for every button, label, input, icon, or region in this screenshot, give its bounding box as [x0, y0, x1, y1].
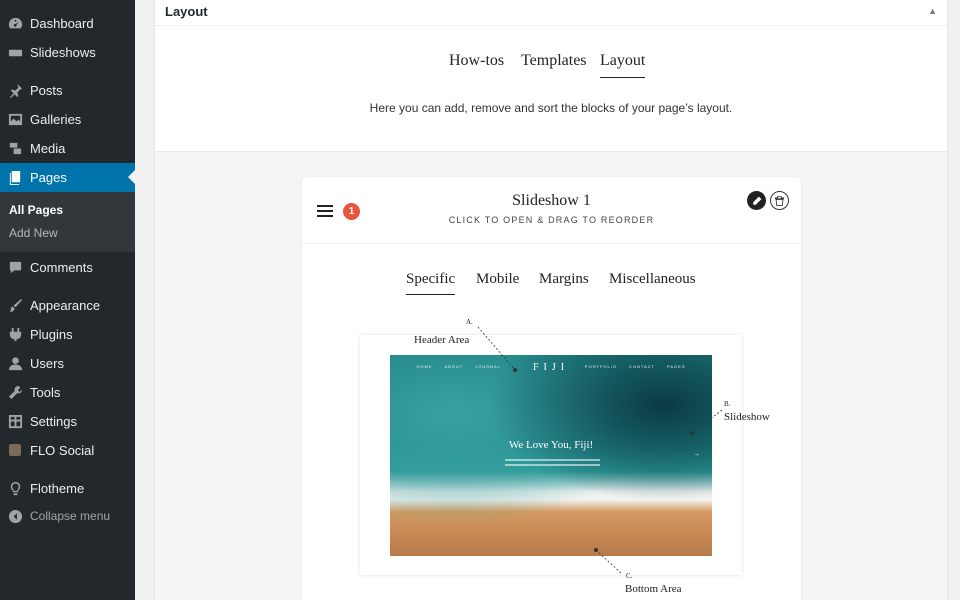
card-header[interactable]: 1 Slideshow 1 CLICK TO OPEN & DRAG TO RE…	[302, 177, 801, 244]
sidebar-item-label: Flotheme	[30, 480, 85, 496]
preview-headline: We Love You, Fiji!	[508, 439, 594, 451]
collapse-icon	[7, 508, 23, 524]
active-indicator	[128, 170, 135, 184]
annotation-c-letter: C.	[626, 572, 633, 580]
tab-templates[interactable]: Templates	[521, 52, 587, 70]
dashboard-icon	[7, 15, 23, 31]
collapse-menu-label: Collapse menu	[30, 509, 111, 523]
sidebar-item-label: Plugins	[30, 326, 73, 342]
user-icon	[7, 355, 23, 371]
arrow-right-icon: →	[693, 451, 700, 458]
panel-header[interactable]: Layout ▲	[155, 0, 947, 26]
tab-miscellaneous[interactable]: Miscellaneous	[609, 271, 696, 288]
preview-text-lines	[505, 459, 600, 469]
sidebar-item-label: Galleries	[30, 111, 82, 127]
trash-icon	[775, 195, 784, 206]
tab-mobile[interactable]: Mobile	[476, 271, 519, 288]
sidebar-item-label: Tools	[30, 384, 61, 400]
annotation-header-area: Header Area	[414, 334, 470, 346]
plugin-icon	[7, 326, 23, 342]
media-icon	[7, 140, 23, 156]
bulb-icon	[7, 480, 23, 496]
slideshow-preview-image: HOME ABOUT JOURNAL PORTFOLIO CONTACT PAG…	[390, 355, 712, 556]
card-subtitle: CLICK TO OPEN & DRAG TO REORDER	[448, 215, 655, 225]
sidebar-item-dashboard[interactable]: Dashboard	[0, 11, 135, 35]
tab-layout[interactable]: Layout	[600, 52, 646, 78]
layout-preview: HOME ABOUT JOURNAL PORTFOLIO CONTACT PAG…	[360, 335, 742, 575]
sidebar-item-flotheme[interactable]: Flotheme	[0, 476, 135, 500]
collapse-arrow-icon[interactable]: ▲	[928, 6, 937, 16]
annotation-a-letter: A.	[466, 318, 473, 326]
sidebar-item-label: Pages	[30, 170, 67, 185]
sidebar-item-media[interactable]: Media	[0, 136, 135, 160]
sidebar-item-label: Dashboard	[30, 15, 94, 31]
sidebar-item-users[interactable]: Users	[0, 351, 135, 375]
comment-icon	[7, 259, 23, 275]
edit-button[interactable]	[747, 191, 766, 210]
collapse-menu-button[interactable]: Collapse menu	[0, 504, 135, 528]
brush-icon	[7, 297, 23, 313]
intro-text: Here you can add, remove and sort the bl…	[369, 101, 733, 115]
blocks-area: 1 Slideshow 1 CLICK TO OPEN & DRAG TO RE…	[155, 151, 947, 600]
sidebar-item-plugins[interactable]: Plugins	[0, 322, 135, 346]
sidebar-item-label: Appearance	[30, 297, 101, 313]
panel-title: Layout	[165, 4, 208, 19]
tab-specific[interactable]: Specific	[406, 271, 456, 295]
slideshow-icon	[7, 44, 23, 60]
annotation-b-letter: B.	[724, 400, 731, 408]
sidebar-item-label: Posts	[30, 82, 63, 98]
sidebar-item-label: Users	[30, 355, 64, 371]
slideshow-block-card[interactable]: 1 Slideshow 1 CLICK TO OPEN & DRAG TO RE…	[302, 177, 801, 600]
tab-margins[interactable]: Margins	[539, 271, 589, 288]
sidebar-item-posts[interactable]: Posts	[0, 78, 135, 102]
sidebar-item-settings[interactable]: Settings	[0, 409, 135, 433]
sidebar-item-label: Media	[30, 140, 66, 156]
pin-icon	[7, 82, 23, 98]
gallery-icon	[7, 111, 23, 127]
annotation-bottom-area: Bottom Area	[625, 583, 682, 595]
settings-icon	[7, 413, 23, 429]
annotation-slideshow: Slideshow	[724, 411, 770, 423]
preview-logo: FIJI	[532, 362, 570, 373]
tab-how-tos[interactable]: How-tos	[449, 52, 504, 70]
admin-sidebar: Dashboard Slideshows Posts Galleries Med…	[0, 0, 135, 600]
submenu-all-pages[interactable]: All Pages	[9, 203, 63, 217]
sidebar-item-comments[interactable]: Comments	[0, 255, 135, 279]
sidebar-item-label: Slideshows	[30, 44, 96, 60]
pencil-icon	[752, 196, 761, 205]
sidebar-item-label: Comments	[30, 259, 93, 275]
submenu-add-new[interactable]: Add New	[9, 226, 58, 240]
sidebar-item-slideshows[interactable]: Slideshows	[0, 40, 135, 64]
sidebar-item-flo-social[interactable]: FLO Social	[0, 438, 135, 462]
layout-panel: Layout ▲ How-tos Templates Layout Here y…	[154, 0, 948, 600]
sidebar-item-galleries[interactable]: Galleries	[0, 107, 135, 131]
flo-social-icon	[7, 442, 23, 458]
sidebar-item-pages[interactable]: Pages	[0, 163, 135, 192]
sidebar-item-tools[interactable]: Tools	[0, 380, 135, 404]
sidebar-item-appearance[interactable]: Appearance	[0, 293, 135, 317]
sidebar-item-label: Settings	[30, 413, 77, 429]
scrollbar[interactable]	[948, 0, 960, 600]
pages-submenu: All Pages Add New	[0, 192, 135, 252]
wrench-icon	[7, 384, 23, 400]
sidebar-item-label: FLO Social	[30, 442, 95, 458]
delete-button[interactable]	[770, 191, 789, 210]
card-title: Slideshow 1	[512, 192, 591, 209]
page-icon	[7, 170, 23, 186]
